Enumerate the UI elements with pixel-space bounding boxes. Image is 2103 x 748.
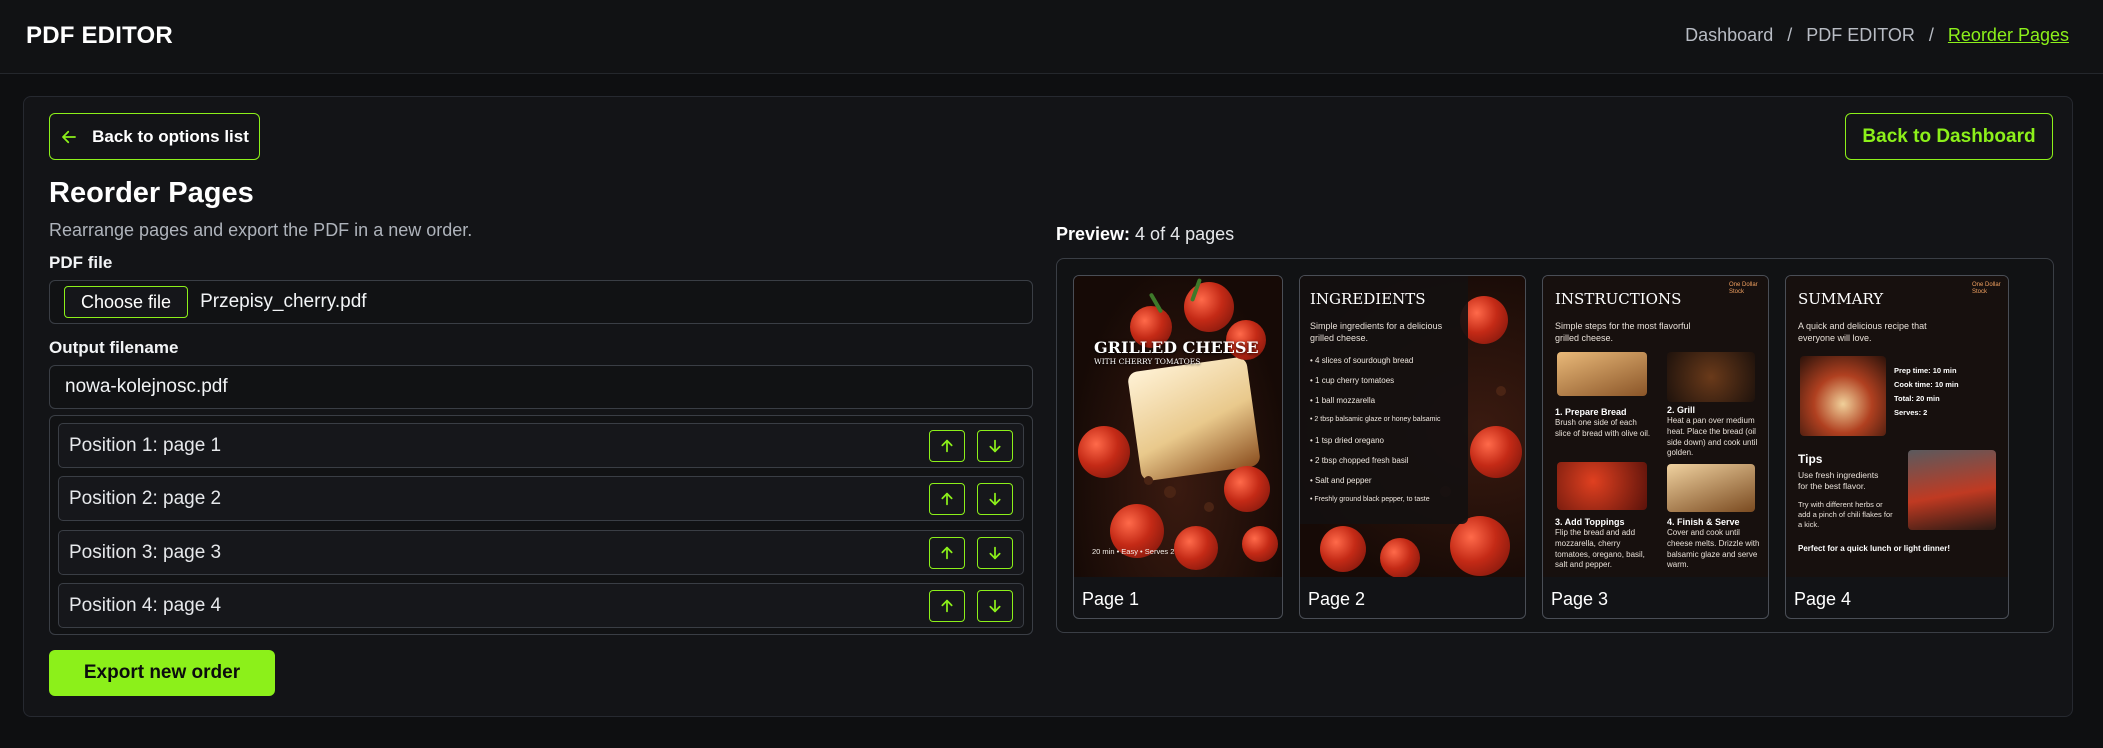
page-3-intro: Simple steps for the most flavorful gril… <box>1555 321 1691 344</box>
page-2-title: INGREDIENTS <box>1310 290 1426 308</box>
page-thumbnail-4[interactable]: SUMMARY One Dollar Stock A quick and del… <box>1785 275 2009 619</box>
page-3-title: INSTRUCTIONS <box>1555 290 1682 308</box>
ingredient-item: • Salt and pepper <box>1310 476 1372 485</box>
app-title: PDF EDITOR <box>26 22 173 49</box>
page-caption: Page 2 <box>1308 589 1366 609</box>
page-2-image: INGREDIENTS Simple ingredients for a del… <box>1300 276 1525 577</box>
position-label: Position 3: page 3 <box>69 541 222 563</box>
page-3-logo: One Dollar Stock <box>1729 282 1758 295</box>
page-title: Reorder Pages <box>49 177 254 209</box>
move-down-button[interactable] <box>977 589 1013 622</box>
ingredient-item: • 1 tsp dried oregano <box>1310 436 1384 445</box>
move-down-button[interactable] <box>977 429 1013 462</box>
ingredient-item: • 1 ball mozzarella <box>1310 396 1376 405</box>
export-new-order-button[interactable]: Export new order <box>49 650 275 696</box>
choose-file-button[interactable]: Choose file <box>64 286 189 318</box>
page-caption: Page 1 <box>1082 589 1140 609</box>
move-down-button[interactable] <box>977 536 1013 569</box>
arrow-left-icon <box>62 130 76 143</box>
arrow-up-icon <box>941 492 953 505</box>
selected-file-name: Przepisy_cherry.pdf <box>200 291 367 312</box>
main-card: Back to options list Back to Dashboard R… <box>23 96 2073 717</box>
list-item: Position 1: page 1 <box>58 423 1024 468</box>
page-4-logo: One Dollar Stock <box>1972 282 2001 295</box>
back-to-dashboard-button[interactable]: Back to Dashboard <box>1845 113 2053 160</box>
fact-item: Prep time: 10 min <box>1894 366 1957 375</box>
page-1-subtitle: WITH CHERRY TOMATOES <box>1094 357 1201 366</box>
arrow-down-icon <box>989 492 1001 505</box>
tips-text-2: Try with different herbs or add a pinch … <box>1798 500 1893 530</box>
page-description: Rearrange pages and export the PDF in a … <box>49 220 473 240</box>
breadcrumb-separator: / <box>1787 25 1793 45</box>
list-item: Position 2: page 2 <box>58 476 1024 521</box>
ingredient-item: • 2 tbsp chopped fresh basil <box>1310 456 1409 465</box>
arrow-up-icon <box>941 546 953 559</box>
tips-text: Use fresh ingredients for the best flavo… <box>1798 470 1879 492</box>
output-filename-input[interactable] <box>49 365 1033 409</box>
step-text: Brush one side of each slice of bread wi… <box>1555 418 1651 438</box>
move-up-button[interactable] <box>929 589 965 622</box>
page-1-title: GRILLED CHEESE <box>1094 338 1259 357</box>
page-thumbnail-1[interactable]: GRILLED CHEESE WITH CHERRY TOMATOES 20 m… <box>1073 275 1283 619</box>
move-down-button[interactable] <box>977 482 1013 515</box>
page-2-intro: Simple ingredients for a delicious grill… <box>1310 321 1443 344</box>
breadcrumb-dashboard[interactable]: Dashboard <box>1685 25 1773 46</box>
step-text: Cover and cook until cheese melts. Drizz… <box>1667 528 1760 570</box>
fact-item: Serves: 2 <box>1894 408 1928 417</box>
breadcrumb-pdf-editor[interactable]: PDF EDITOR <box>1806 25 1915 46</box>
step-text: Flip the bread and add mozzarella, cherr… <box>1555 528 1645 570</box>
page-caption: Page 3 <box>1551 589 1609 609</box>
tips-title: Tips <box>1798 452 1823 466</box>
back-to-options-button[interactable]: Back to options list <box>49 113 260 160</box>
page-4-closing: Perfect for a quick lunch or light dinne… <box>1798 544 1951 553</box>
page-4-intro: A quick and delicious recipe that everyo… <box>1798 321 1927 344</box>
list-item: Position 4: page 4 <box>58 583 1024 628</box>
ingredient-item: • 2 tbsp balsamic glaze or honey balsami… <box>1310 416 1441 423</box>
step-heading: 3. Add Toppings <box>1555 517 1625 527</box>
arrow-down-icon <box>989 439 1001 452</box>
move-up-button[interactable] <box>929 536 965 569</box>
output-filename-label: Output filename <box>49 338 179 357</box>
arrow-up-icon <box>941 439 953 452</box>
page-4-image: SUMMARY One Dollar Stock A quick and del… <box>1786 276 2008 577</box>
position-label: Position 2: page 2 <box>69 487 222 509</box>
positions-list: Position 1: page 1 Position 2: page 2 Po… <box>49 415 1033 635</box>
back-to-options-label: Back to options list <box>92 126 249 146</box>
ingredient-item: • 1 cup cherry tomatoes <box>1310 376 1395 385</box>
fact-item: Total: 20 min <box>1894 394 1940 403</box>
page-4-title: SUMMARY <box>1798 290 1884 308</box>
step-heading: 4. Finish & Serve <box>1667 517 1740 527</box>
arrow-down-icon <box>989 546 1001 559</box>
position-label: Position 1: page 1 <box>69 434 222 456</box>
preview-panel: GRILLED CHEESE WITH CHERRY TOMATOES 20 m… <box>1056 258 2054 633</box>
preview-page-count: 4 of 4 pages <box>1130 224 1235 244</box>
page-1-footer: 20 min • Easy • Serves 2 <box>1092 547 1175 556</box>
breadcrumb: Dashboard / PDF EDITOR / Reorder Pages <box>1685 25 2069 46</box>
fact-item: Cook time: 10 min <box>1894 380 1959 389</box>
page-1-image: GRILLED CHEESE WITH CHERRY TOMATOES 20 m… <box>1074 276 1282 577</box>
page-thumbnail-2[interactable]: INGREDIENTS Simple ingredients for a del… <box>1299 275 1526 619</box>
breadcrumb-reorder-pages[interactable]: Reorder Pages <box>1948 25 2069 46</box>
ingredient-item: • Freshly ground black pepper, to taste <box>1310 496 1430 503</box>
step-heading: 2. Grill <box>1667 405 1696 415</box>
preview-label: Preview: 4 of 4 pages <box>1056 224 1234 245</box>
top-bar: PDF EDITOR Dashboard / PDF EDITOR / Reor… <box>0 0 2103 74</box>
page-thumbnail-3[interactable]: INSTRUCTIONS One Dollar Stock Simple ste… <box>1542 275 1769 619</box>
pdf-file-input[interactable]: Choose file Przepisy_cherry.pdf <box>49 280 1033 324</box>
page-3-image: INSTRUCTIONS One Dollar Stock Simple ste… <box>1543 276 1768 577</box>
arrow-up-icon <box>941 599 953 612</box>
preview-label-bold: Preview: <box>1056 224 1131 244</box>
list-item: Position 3: page 3 <box>58 530 1024 575</box>
step-heading: 1. Prepare Bread <box>1555 407 1627 417</box>
step-text: Heat a pan over medium heat. Place the b… <box>1667 416 1758 458</box>
arrow-down-icon <box>989 599 1001 612</box>
breadcrumb-separator: / <box>1928 25 1934 45</box>
ingredient-item: • 4 slices of sourdough bread <box>1310 356 1414 365</box>
position-label: Position 4: page 4 <box>69 594 222 616</box>
page-caption: Page 4 <box>1794 589 1852 609</box>
pdf-file-label: PDF file <box>49 253 113 272</box>
move-up-button[interactable] <box>929 429 965 462</box>
move-up-button[interactable] <box>929 482 965 515</box>
